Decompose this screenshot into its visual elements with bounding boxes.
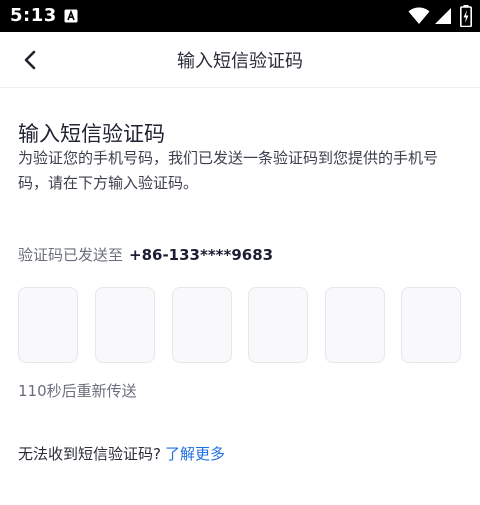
code-digit-6[interactable] <box>401 287 461 363</box>
code-input-group <box>18 287 464 365</box>
code-digit-3[interactable] <box>172 287 232 363</box>
learn-more-link[interactable]: 了解更多 <box>165 445 225 463</box>
section-heading: 输入短信验证码 <box>18 122 165 146</box>
help-line: 无法收到短信验证码? 了解更多 <box>18 443 225 464</box>
wifi-icon <box>408 7 430 24</box>
sent-to-line: 验证码已发送至 +86-133****9683 <box>18 244 273 265</box>
code-digit-1[interactable] <box>18 287 78 363</box>
battery-icon <box>460 5 472 27</box>
code-digit-4[interactable] <box>248 287 308 363</box>
help-question: 无法收到短信验证码? <box>18 445 161 463</box>
phone-number: +86-133****9683 <box>129 246 274 264</box>
page-title: 输入短信验证码 <box>177 51 303 72</box>
notification-a-icon <box>64 9 78 23</box>
code-digit-5[interactable] <box>325 287 385 363</box>
status-bar: 5:13 <box>0 0 480 32</box>
signal-icon <box>435 8 451 24</box>
description-text: 为验证您的手机号码，我们已发送一条验证码到您提供的手机号码，请在下方输入验证码。 <box>18 149 439 192</box>
resend-countdown: 110秒后重新传送 <box>18 382 137 400</box>
code-digit-2[interactable] <box>95 287 155 363</box>
sent-to-label: 验证码已发送至 <box>18 246 124 264</box>
status-time: 5:13 <box>10 5 57 26</box>
nav-bar: 输入短信验证码 <box>0 32 480 88</box>
